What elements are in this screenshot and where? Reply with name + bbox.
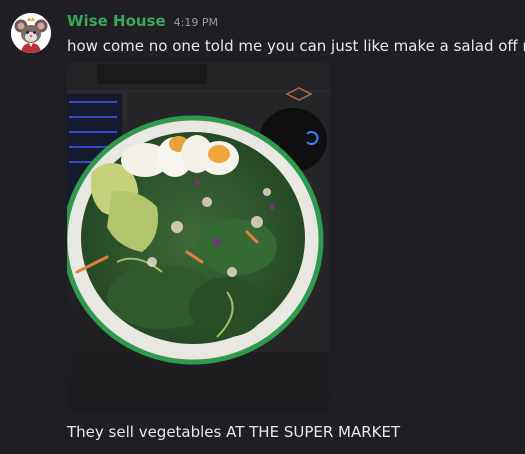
image-attachment[interactable] [67,62,330,411]
username[interactable]: Wise House [67,12,166,30]
message-header: Wise House 4:19 PM [67,12,218,34]
message-text: how come no one told me you can just lik… [67,37,525,55]
user-avatar[interactable] [11,13,51,53]
message-text: They sell vegetables AT THE SUPER MARKET [67,423,401,441]
timestamp: 4:19 PM [173,16,218,29]
mouse-avatar-icon [11,13,51,53]
salad-bowl-image [67,62,330,411]
chat-message: Wise House 4:19 PM how come no one told … [0,0,525,454]
